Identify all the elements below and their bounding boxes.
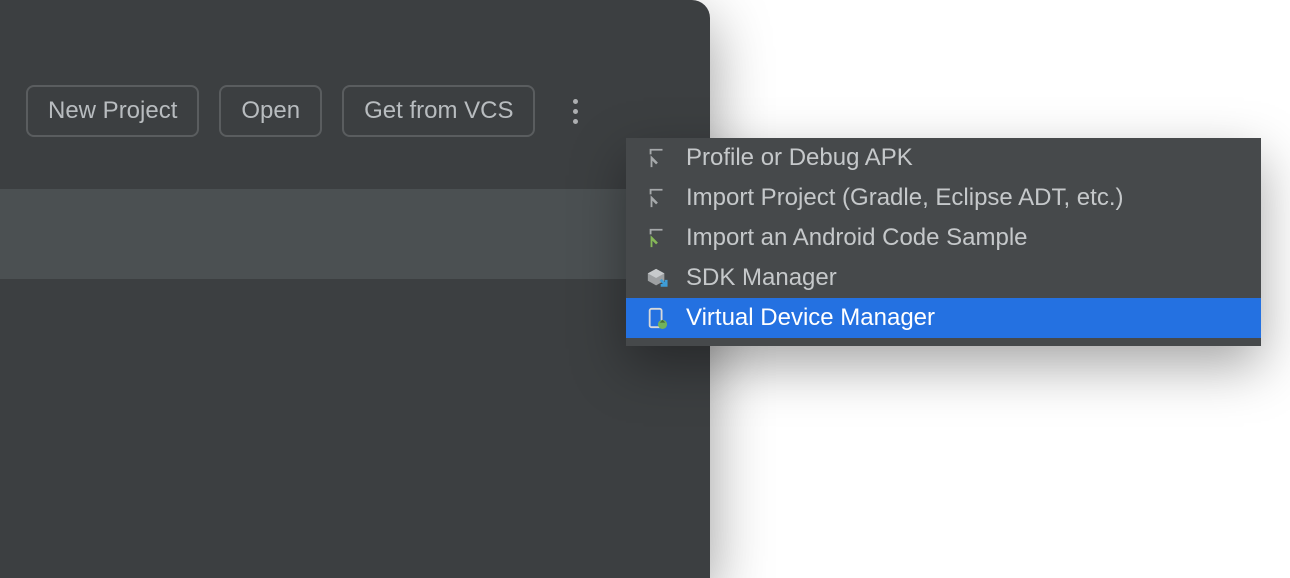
menu-item-label: Virtual Device Manager — [686, 304, 935, 332]
more-actions-menu: Profile or Debug APK Import Project (Gra… — [626, 138, 1261, 346]
recent-list-row[interactable] — [0, 189, 710, 279]
import-arrow-icon — [644, 185, 670, 211]
menu-item-import-project[interactable]: Import Project (Gradle, Eclipse ADT, etc… — [626, 178, 1261, 218]
menu-item-profile-debug-apk[interactable]: Profile or Debug APK — [626, 138, 1261, 178]
new-project-button[interactable]: New Project — [26, 85, 199, 137]
menu-item-label: Import Project (Gradle, Eclipse ADT, etc… — [686, 184, 1123, 212]
sdk-box-icon — [644, 265, 670, 291]
import-arrow-green-icon — [644, 225, 670, 251]
menu-item-virtual-device-manager[interactable]: Virtual Device Manager — [626, 298, 1261, 338]
open-button[interactable]: Open — [219, 85, 322, 137]
menu-padding — [626, 338, 1261, 346]
menu-item-import-sample[interactable]: Import an Android Code Sample — [626, 218, 1261, 258]
toolbar: New Project Open Get from VCS — [0, 0, 710, 137]
import-arrow-icon — [644, 145, 670, 171]
menu-item-label: Import an Android Code Sample — [686, 224, 1028, 252]
more-actions-button[interactable] — [561, 91, 590, 132]
menu-item-label: Profile or Debug APK — [686, 144, 913, 172]
device-icon — [644, 305, 670, 331]
menu-item-sdk-manager[interactable]: SDK Manager — [626, 258, 1261, 298]
menu-item-label: SDK Manager — [686, 264, 837, 292]
get-from-vcs-button[interactable]: Get from VCS — [342, 85, 535, 137]
welcome-window: New Project Open Get from VCS — [0, 0, 710, 578]
